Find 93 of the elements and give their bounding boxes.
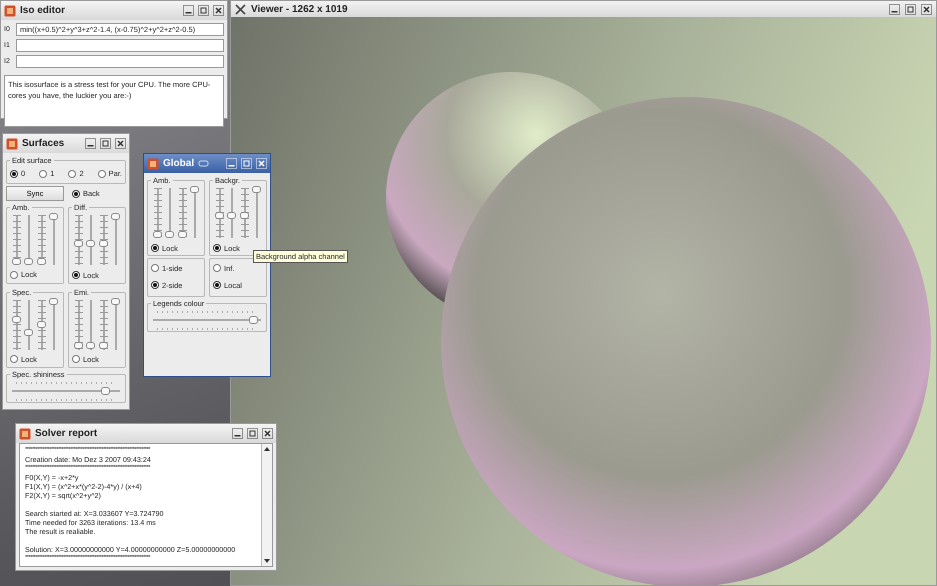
- vertical-slider[interactable]: [36, 298, 46, 352]
- vertical-slider[interactable]: [36, 213, 46, 267]
- vertical-slider[interactable]: [227, 186, 236, 240]
- maximize-button[interactable]: [905, 4, 916, 14]
- slider-handle[interactable]: [86, 240, 96, 248]
- slider-handle[interactable]: [111, 213, 120, 220]
- vertical-slider[interactable]: [12, 213, 21, 267]
- minimize-button[interactable]: [183, 5, 194, 16]
- slider-handle[interactable]: [36, 321, 46, 328]
- radio-button[interactable]: [10, 355, 18, 363]
- maximize-button[interactable]: [198, 5, 209, 16]
- vertical-slider[interactable]: [165, 186, 174, 240]
- slider-handle[interactable]: [74, 342, 83, 350]
- slider-handle[interactable]: [240, 212, 249, 219]
- window-title: Viewer - 1262 x 1019: [251, 4, 348, 14]
- vertical-slider[interactable]: [86, 213, 96, 267]
- slider-handle[interactable]: [152, 230, 162, 238]
- radio-button[interactable]: [10, 270, 18, 278]
- vertical-slider[interactable]: [49, 213, 58, 267]
- window-title: Global: [163, 158, 194, 169]
- slider-handle[interactable]: [100, 387, 110, 395]
- vertical-slider[interactable]: [49, 298, 58, 352]
- maximize-button[interactable]: [247, 428, 258, 439]
- vertical-slider[interactable]: [111, 298, 120, 352]
- slider-handle[interactable]: [24, 258, 34, 265]
- vertical-slider[interactable]: [178, 186, 187, 240]
- app-icon[interactable]: [19, 428, 31, 440]
- slider-handle[interactable]: [98, 240, 108, 248]
- horizontal-slider[interactable]: [10, 380, 122, 400]
- vertical-slider[interactable]: [190, 186, 200, 240]
- slider-handle[interactable]: [227, 212, 236, 219]
- x-icon[interactable]: [235, 4, 246, 14]
- vertical-slider[interactable]: [111, 213, 120, 267]
- minimize-button[interactable]: [85, 138, 96, 149]
- minimize-button[interactable]: [232, 428, 243, 439]
- close-button[interactable]: [921, 4, 932, 14]
- close-button[interactable]: [262, 428, 273, 439]
- vertical-slider[interactable]: [24, 213, 34, 267]
- radio-button[interactable]: [68, 170, 76, 178]
- radio-button[interactable]: [72, 190, 80, 198]
- slider-handle[interactable]: [98, 342, 108, 350]
- slider-handle[interactable]: [49, 298, 58, 304]
- horizontal-slider[interactable]: [151, 308, 263, 328]
- vertical-slider[interactable]: [24, 298, 34, 352]
- radio-button[interactable]: [213, 264, 221, 272]
- radio-button[interactable]: [72, 355, 80, 363]
- close-button[interactable]: [115, 138, 126, 149]
- slider-handle[interactable]: [214, 212, 224, 219]
- vertical-slider[interactable]: [12, 298, 21, 352]
- slider-handle[interactable]: [24, 329, 34, 336]
- pin-icon[interactable]: [198, 158, 210, 169]
- vertical-slider[interactable]: [152, 186, 162, 240]
- radio-button[interactable]: [98, 170, 106, 178]
- vertical-slider[interactable]: [240, 186, 249, 240]
- vertical-slider[interactable]: [86, 298, 96, 352]
- close-button[interactable]: [213, 5, 224, 16]
- minimize-button[interactable]: [889, 4, 900, 14]
- slider-handle[interactable]: [86, 342, 96, 350]
- vertical-slider[interactable]: [214, 186, 224, 240]
- radio-button[interactable]: [213, 244, 221, 252]
- maximize-button[interactable]: [100, 138, 111, 149]
- vertical-slider[interactable]: [98, 298, 108, 352]
- scrollbar[interactable]: [261, 444, 272, 566]
- slider-handle[interactable]: [49, 213, 58, 220]
- radio-button[interactable]: [10, 170, 18, 178]
- slider-handle[interactable]: [190, 186, 200, 193]
- app-icon[interactable]: [6, 138, 18, 150]
- vertical-slider[interactable]: [98, 213, 108, 267]
- input-field[interactable]: [16, 55, 224, 68]
- radio-button[interactable]: [39, 170, 48, 178]
- slider-handle[interactable]: [165, 230, 174, 238]
- vertical-slider[interactable]: [74, 298, 83, 352]
- slider-handle[interactable]: [111, 298, 120, 304]
- app-icon[interactable]: [4, 4, 16, 16]
- radio-button[interactable]: [151, 281, 159, 289]
- slider-handle[interactable]: [252, 186, 262, 193]
- vertical-slider[interactable]: [74, 213, 83, 267]
- radio-button[interactable]: [72, 271, 80, 279]
- slider-handle[interactable]: [178, 230, 187, 238]
- slider-handle[interactable]: [248, 316, 258, 324]
- window-title: Iso editor: [20, 5, 66, 16]
- slider-handle[interactable]: [12, 258, 21, 265]
- app-icon[interactable]: [147, 158, 159, 170]
- radio-button[interactable]: [151, 264, 159, 272]
- radio-button[interactable]: [213, 281, 221, 289]
- slider-handle[interactable]: [36, 258, 46, 265]
- window-title: Surfaces: [22, 138, 64, 149]
- input-field[interactable]: [16, 39, 224, 52]
- slider-handle[interactable]: [12, 316, 21, 324]
- window-title: Solver report: [35, 428, 98, 439]
- radio-button[interactable]: [151, 244, 159, 252]
- vertical-slider[interactable]: [252, 186, 262, 240]
- slider-handle[interactable]: [74, 240, 83, 248]
